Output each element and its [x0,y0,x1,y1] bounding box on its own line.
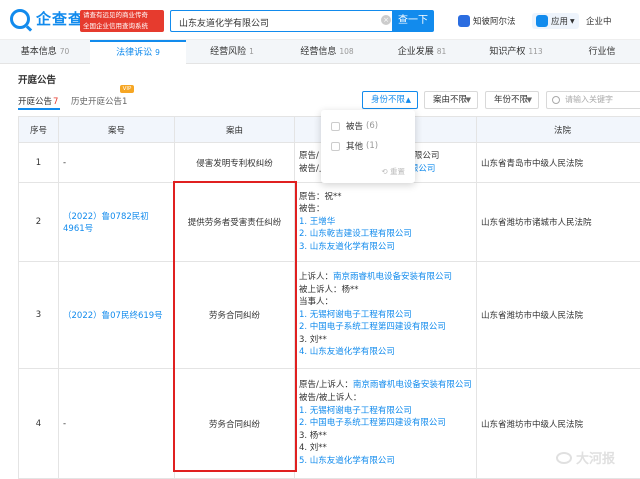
tab-development[interactable]: 企业发展81 [376,40,468,64]
row-no: 1 [19,143,59,183]
search-icon [552,96,560,104]
table-row: 4 - 劳务合同纠纷 原告/上诉人：南京雨睿机电设备安装有限公司 被告/被上诉人… [19,369,640,479]
option-defendant[interactable]: 被告(6) [321,116,415,136]
party-link[interactable]: 1. 无锡柯谢电子工程有限公司 [299,309,472,322]
tab-basic-info[interactable]: 基本信息70 [0,40,90,64]
party-line: 3. 刘** [299,334,472,347]
table-row: 2 （2022）鲁0782民初4961号 提供劳务者受害责任纠纷 原告：祝** … [19,183,640,262]
apps-button[interactable]: 应用 ▼ [532,13,579,29]
subtab-court-notices[interactable]: 开庭公告7 [18,95,58,107]
col-header-court: 法院 [477,117,640,143]
parties-cell: 原告/上诉人：南京雨睿机电设备安装有限公司 被告/被上诉人： 1. 无锡柯谢电子… [295,369,477,479]
keyword-search-input[interactable]: 请输入关键字 [546,91,640,109]
party-link[interactable]: 5. 山东友道化学有限公司 [299,455,472,468]
case-number-link[interactable]: （2022）鲁0782民初4961号 [59,183,175,262]
party-line: 当事人： [299,296,472,309]
enterprise-menu[interactable]: 企业中 [586,13,612,29]
party-link[interactable]: 2. 中国电子系统工程第四建设有限公司 [299,321,472,334]
row-no: 4 [19,369,59,479]
parties-cell: 上诉人：南京雨睿机电设备安装有限公司 被上诉人：杨** 当事人： 1. 无锡柯谢… [295,262,477,369]
party-line: 被告/被上诉人： [299,392,472,405]
party-link[interactable]: 南京雨睿机电设备安装有限公司 [353,380,472,390]
caret-down-icon: ▼ [466,92,471,108]
weibo-icon [556,452,572,464]
case-cause: 劳务合同纠纷 [175,369,295,479]
court-name: 山东省潍坊市中级人民法院 [477,262,640,369]
cause-filter[interactable]: 案由不限▼ [424,91,478,109]
slogan-line2: 全国企业信用查询系统 [83,21,161,32]
subtab-history-notices[interactable]: 历史开庭公告1 [71,95,127,107]
search-button[interactable]: 查一下 [392,10,434,32]
tab-bar: 基本信息70 法律诉讼9 经营风险1 经营信息108 企业发展81 知识产权11… [0,40,640,64]
party-line: 被上诉人：杨** [299,284,472,297]
case-number: - [59,143,175,183]
refresh-icon: ⟲ [381,167,390,176]
search-input[interactable]: 山东友道化学有限公司 [170,10,392,32]
tab-legal-litigation[interactable]: 法律诉讼9 [90,40,186,64]
party-link[interactable]: 2. 中国电子系统工程第四建设有限公司 [299,417,472,430]
party-link[interactable]: 1. 无锡柯谢电子工程有限公司 [299,405,472,418]
party-line: 被告： [299,203,472,216]
alpha-icon [458,15,470,27]
option-other[interactable]: 其他(1) [321,136,415,156]
year-filter[interactable]: 年份不限▼ [485,91,539,109]
row-no: 3 [19,262,59,369]
zhibi-alpha-label: 知彼阿尔法 [473,15,516,27]
case-cause: 提供劳务者受害责任纠纷 [175,183,295,262]
logo-text: 企查查 [36,8,84,29]
logo[interactable]: 企查查 [10,8,84,29]
chevron-down-icon: ▼ [570,18,575,25]
party-link[interactable]: 1. 王增华 [299,216,472,229]
section-title: 开庭公告 [18,72,56,86]
reset-button[interactable]: ⟲ 重置 [381,166,405,177]
caret-up-icon: ▲ [406,92,411,108]
tab-operation-info[interactable]: 经营信息108 [278,40,376,64]
caret-down-icon: ▼ [527,92,532,108]
vip-badge: VIP [120,85,134,93]
party-link[interactable]: 南京雨睿机电设备安装有限公司 [333,272,452,282]
col-header-case: 案号 [59,117,175,143]
identity-dropdown: 被告(6) 其他(1) ⟲ 重置 [321,110,415,183]
court-name: 山东省青岛市中级人民法院 [477,143,640,183]
case-cause: 劳务合同纠纷 [175,262,295,369]
case-cause: 侵害发明专利权纠纷 [175,143,295,183]
slogan-banner: 请查有远见的商业传奇 全国企业信用查询系统 [80,10,164,32]
top-bar: 企查查 请查有远见的商业传奇 全国企业信用查询系统 山东友道化学有限公司 × 查… [0,0,640,40]
slogan-line1: 请查有远见的商业传奇 [83,10,161,21]
party-line: 原告：祝** [299,191,472,204]
zhibi-alpha-button[interactable]: 知彼阿尔法 [458,13,516,29]
tab-ip[interactable]: 知识产权113 [468,40,564,64]
party-line: 3. 杨** [299,430,472,443]
identity-filter[interactable]: 身份不限▲ [362,91,418,109]
col-header-cause: 案由 [175,117,295,143]
magnifier-logo-icon [10,9,30,29]
col-header-no: 序号 [19,117,59,143]
watermark: 大河报 [556,448,615,467]
enterprise-label: 企业中 [586,15,612,27]
party-line: 原告/ [299,151,319,161]
row-no: 2 [19,183,59,262]
party-link[interactable]: 4. 山东友道化学有限公司 [299,346,472,359]
tab-industry[interactable]: 行业信 [564,40,640,64]
case-number-link[interactable]: （2022）鲁07民终619号 [59,262,175,369]
clear-icon[interactable]: × [381,15,391,25]
party-line: 4. 刘** [299,442,472,455]
case-number: - [59,369,175,479]
parties-cell: 原告：祝** 被告： 1. 王增华 2. 山东乾吉建设工程有限公司 3. 山东友… [295,183,477,262]
table-row: 3 （2022）鲁07民终619号 劳务合同纠纷 上诉人：南京雨睿机电设备安装有… [19,262,640,369]
apps-label: 应用 [551,15,568,27]
court-name: 山东省潍坊市诸城市人民法院 [477,183,640,262]
checkbox[interactable] [331,142,340,151]
checkbox[interactable] [331,122,340,131]
tab-business-risk[interactable]: 经营风险1 [186,40,278,64]
party-link[interactable]: 3. 山东友道化学有限公司 [299,241,472,254]
apps-grid-icon [536,15,548,27]
party-link[interactable]: 2. 山东乾吉建设工程有限公司 [299,228,472,241]
